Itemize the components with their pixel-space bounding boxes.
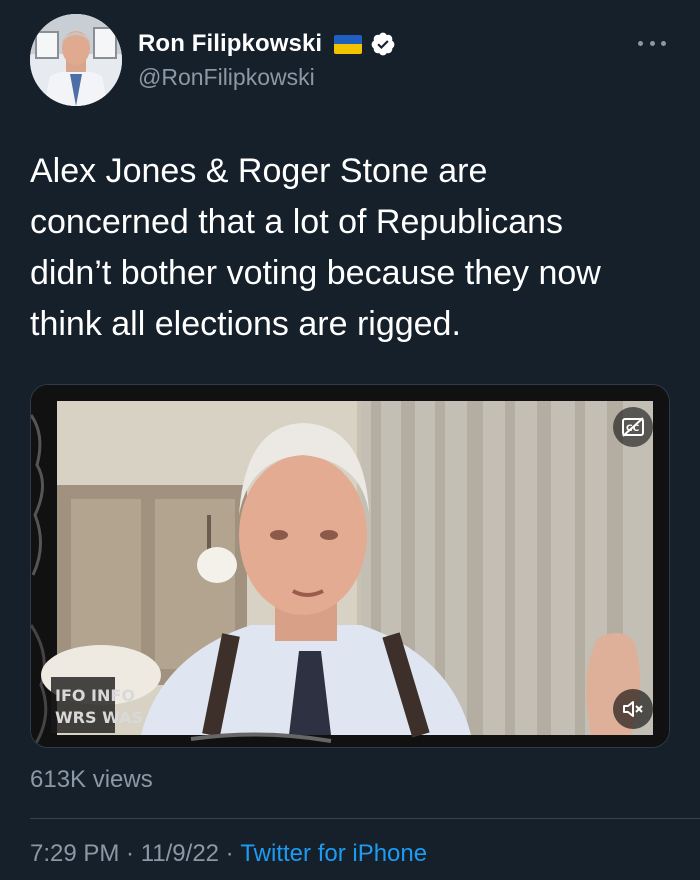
display-name[interactable]: Ron Filipkowski [138,30,322,58]
author-name-row: Ron Filipkowski [138,30,396,58]
ukraine-flag-icon [334,34,363,54]
tweet-text: Alex Jones & Roger Stone are concerned t… [30,152,601,343]
meta-separator: · [119,840,141,867]
divider [30,818,700,819]
more-options-button[interactable] [638,34,666,52]
tweet-date[interactable]: 11/9/22 [141,840,219,868]
video-frame: IFO INFO WRS WAS [31,385,669,747]
tweet-source-link[interactable]: Twitter for iPhone [240,840,427,868]
tweet: Ron Filipkowski @RonFilipkowski Alex Jon… [0,0,700,880]
author-handle[interactable]: @RonFilipkowski [138,64,315,91]
avatar-image [30,14,122,106]
more-dot-icon [649,40,655,46]
tweet-time[interactable]: 7:29 PM [30,840,119,868]
meta-separator: · [219,840,241,867]
avatar[interactable] [30,14,122,106]
more-dot-icon [661,40,666,46]
closed-captions-button[interactable]: CC [613,407,653,447]
tweet-meta: 7:29 PM · 11/9/22 · Twitter for iPhone [30,840,427,868]
mute-toggle-button[interactable] [613,689,653,729]
svg-text:WRS WAS: WRS WAS [55,708,143,727]
speaker-muted-icon [623,701,643,717]
more-dot-icon [638,40,643,46]
infowars-logo: IFO INFO [55,686,135,705]
verified-badge-icon [370,31,396,57]
closed-captions-off-icon: CC [622,417,644,437]
view-count: 613K views [30,766,153,793]
video-player[interactable]: IFO INFO WRS WAS CC [30,384,670,748]
